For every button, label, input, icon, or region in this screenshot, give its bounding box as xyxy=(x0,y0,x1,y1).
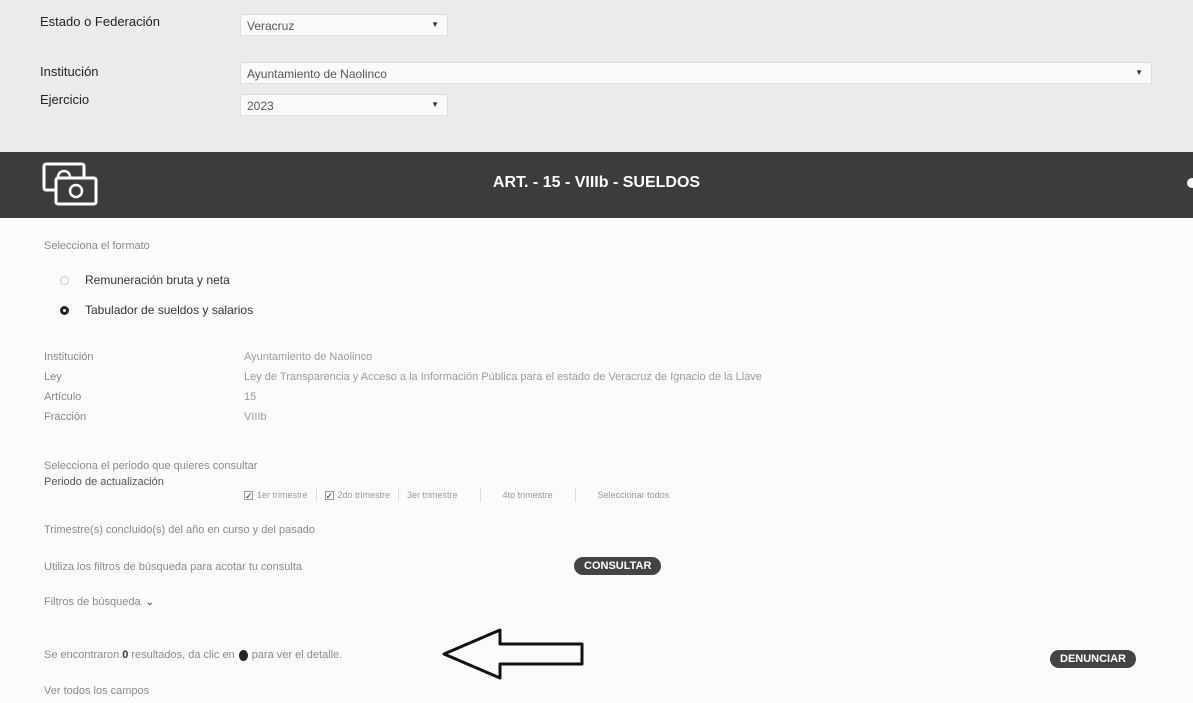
ver-todos-link[interactable]: Ver todos los campos xyxy=(44,685,149,697)
info-fraccion-value: VIIIb xyxy=(244,411,267,423)
info-articulo-value: 15 xyxy=(244,391,257,403)
radio-option-remuneracion[interactable]: Remuneración bruta y neta xyxy=(60,273,230,287)
results-suffix: para ver el detalle. xyxy=(251,649,343,661)
divider xyxy=(479,488,481,502)
filtros-toggle[interactable]: Filtros de búsqueda ⌄ xyxy=(44,596,154,608)
divider xyxy=(398,488,400,502)
consultar-button[interactable]: CONSULTAR xyxy=(574,557,662,575)
divider xyxy=(315,488,317,502)
chevron-down-icon: ▼ xyxy=(431,100,439,109)
estado-select-value: Veracruz xyxy=(247,19,295,33)
estado-label: Estado o Federación xyxy=(40,14,160,29)
radio-button[interactable] xyxy=(60,275,69,285)
radio-label: Remuneración bruta y neta xyxy=(85,273,230,287)
estado-select[interactable]: Veracruz ▼ xyxy=(240,14,448,36)
consulta-hint: Utiliza los filtros de búsqueda para aco… xyxy=(44,561,303,573)
banner-dot xyxy=(1187,178,1193,188)
periodo-prompt: Selecciona el periodo que quieres consul… xyxy=(44,460,258,472)
ejercicio-select-value: 2023 xyxy=(247,99,274,113)
radio-label: Tabulador de sueldos y salarios xyxy=(85,303,254,317)
checkbox-label[interactable]: 4to trimestre xyxy=(503,490,553,500)
trimestres-note: Trimestre(s) concluido(s) del año en cur… xyxy=(44,524,316,536)
checkbox-label: 2do trimestre xyxy=(337,490,391,500)
info-ley-value: Ley de Transparencia y Acceso a la Infor… xyxy=(244,371,762,383)
denunciar-button[interactable]: DENUNCIAR xyxy=(1050,650,1136,668)
section-banner: ART. - 15 - VIIIb - SUELDOS xyxy=(0,152,1193,218)
formato-prompt: Selecciona el formato xyxy=(44,240,150,252)
money-bills-icon xyxy=(42,162,100,213)
info-articulo-label: Artículo xyxy=(44,391,82,403)
results-prefix: Se encontraron xyxy=(44,649,120,661)
info-fraccion-label: Fracción xyxy=(44,411,87,423)
chevron-down-icon: ⌄ xyxy=(145,596,155,608)
periodo-label: Periodo de actualización xyxy=(44,476,164,488)
periodo-checkbox-group: ✓ 1er trimestre ✓ 2do trimestre 3er trim… xyxy=(244,488,669,502)
chevron-down-icon: ▼ xyxy=(1135,68,1143,77)
checkbox-label: 1er trimestre xyxy=(257,490,308,500)
institucion-select[interactable]: Ayuntamiento de Naolinco ▼ xyxy=(240,62,1152,84)
banner-title: ART. - 15 - VIIIb - SUELDOS xyxy=(492,174,701,191)
filtros-toggle-label: Filtros de búsqueda xyxy=(44,596,141,608)
info-institucion-value: Ayuntamiento de Naolinco xyxy=(244,351,373,363)
info-ley-label: Ley xyxy=(44,371,62,383)
results-summary: Se encontraron 0 resultados, da clic en … xyxy=(44,649,342,661)
info-icon xyxy=(238,649,248,661)
checkbox-label[interactable]: Seleccionar todos xyxy=(598,490,670,500)
ejercicio-select[interactable]: 2023 ▼ xyxy=(240,94,448,116)
ejercicio-label: Ejercicio xyxy=(40,92,90,107)
arrow-annotation-icon xyxy=(442,628,584,680)
checkbox-checked[interactable]: ✓ xyxy=(244,490,253,500)
results-middle: resultados, da clic en xyxy=(131,649,235,661)
institucion-label: Institución xyxy=(40,64,99,79)
radio-option-tabulador[interactable]: Tabulador de sueldos y salarios xyxy=(60,303,253,317)
info-institucion-label: Institución xyxy=(44,351,94,363)
chevron-down-icon: ▼ xyxy=(431,20,439,29)
divider xyxy=(574,488,576,502)
institucion-select-value: Ayuntamiento de Naolinco xyxy=(247,67,387,81)
radio-button-selected[interactable] xyxy=(60,305,69,315)
checkbox-checked[interactable]: ✓ xyxy=(324,490,334,500)
checkbox-label[interactable]: 3er trimestre xyxy=(407,490,458,500)
results-count: 0 xyxy=(122,649,129,661)
